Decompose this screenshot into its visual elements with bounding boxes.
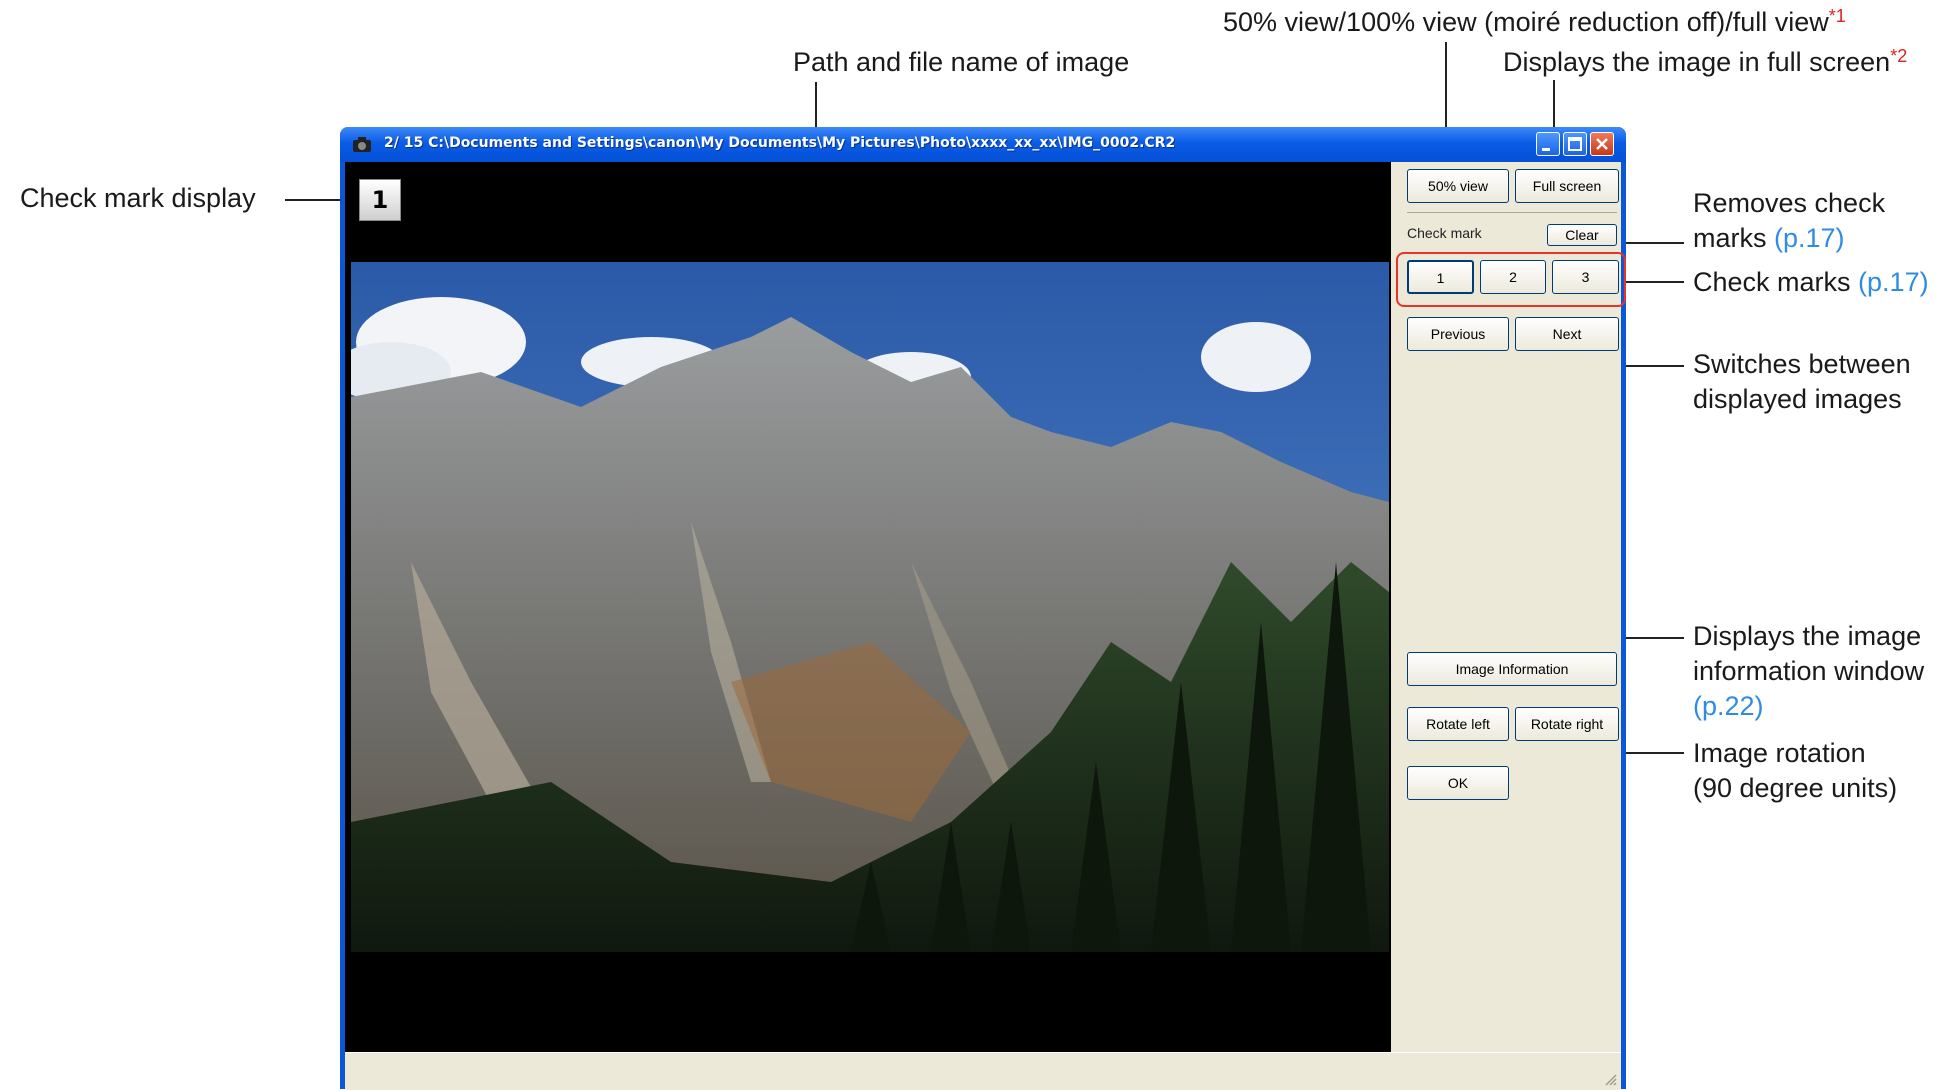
callout-switch: Switches between displayed images bbox=[1693, 347, 1911, 417]
viewer-window: 2/ 15 C:\Documents and Settings\canon\My… bbox=[340, 127, 1626, 1090]
check-mark-badge: 1 bbox=[359, 179, 401, 221]
callout-view-modes: 50% view/100% view (moiré reduction off)… bbox=[1223, 5, 1846, 40]
callout-rotate: Image rotation (90 degree units) bbox=[1693, 736, 1897, 806]
leader-path bbox=[815, 82, 817, 127]
image-viewer[interactable]: 1 bbox=[345, 162, 1391, 1052]
callout-path: Path and file name of image bbox=[793, 47, 1130, 77]
check-mark-3-button[interactable]: 3 bbox=[1552, 260, 1619, 294]
minimize-button[interactable] bbox=[1536, 132, 1560, 156]
callout-check-marks: Check marks (p.17) bbox=[1693, 265, 1929, 300]
note-1: *1 bbox=[1828, 6, 1846, 26]
page-ref-info[interactable]: (p.22) bbox=[1693, 689, 1924, 724]
note-2: *2 bbox=[1890, 46, 1908, 66]
page-ref-check-marks[interactable]: (p.17) bbox=[1858, 267, 1929, 297]
callout-removes-line1: Removes check bbox=[1693, 188, 1886, 218]
callout-check-marks-text: Check marks bbox=[1693, 267, 1859, 297]
panel-divider-top bbox=[1407, 212, 1617, 213]
maximize-button[interactable] bbox=[1563, 132, 1587, 156]
callout-switch-line1: Switches between bbox=[1693, 349, 1911, 379]
close-button[interactable] bbox=[1590, 132, 1614, 156]
next-button[interactable]: Next bbox=[1515, 317, 1619, 351]
callout-rotate-line2: (90 degree units) bbox=[1693, 773, 1898, 803]
previous-button[interactable]: Previous bbox=[1407, 317, 1509, 351]
rotate-left-button[interactable]: Rotate left bbox=[1407, 707, 1509, 741]
callout-removes-text: marks bbox=[1693, 223, 1774, 253]
page-ref-removes[interactable]: (p.17) bbox=[1774, 223, 1845, 253]
view-50-button[interactable]: 50% view bbox=[1407, 169, 1509, 203]
check-mark-2-button[interactable]: 2 bbox=[1480, 260, 1546, 294]
resize-grip-icon[interactable] bbox=[1603, 1072, 1617, 1086]
rotate-right-button[interactable]: Rotate right bbox=[1515, 707, 1619, 741]
mountain-photo[interactable] bbox=[351, 262, 1389, 952]
check-mark-1-button[interactable]: 1 bbox=[1407, 260, 1474, 294]
close-icon bbox=[1596, 138, 1608, 150]
callout-rotate-line1: Image rotation bbox=[1693, 738, 1866, 768]
callout-switch-line2: displayed images bbox=[1693, 384, 1902, 414]
minimize-icon bbox=[1542, 148, 1550, 151]
callout-info-line1: Displays the image bbox=[1693, 621, 1922, 651]
check-mark-label: Check mark bbox=[1407, 225, 1482, 241]
callout-check-display: Check mark display bbox=[20, 183, 256, 213]
callout-view-modes-text: 50% view/100% view (moiré reduction off)… bbox=[1223, 7, 1829, 37]
callout-removes-line2: marks (p.17) bbox=[1693, 221, 1885, 256]
window-client: 1 50% view Full screen Check mark Clear … bbox=[345, 162, 1626, 1090]
status-bar bbox=[345, 1052, 1621, 1090]
window-title: 2/ 15 C:\Documents and Settings\canon\My… bbox=[384, 135, 1176, 151]
maximize-icon bbox=[1568, 137, 1582, 151]
ok-button[interactable]: OK bbox=[1407, 766, 1509, 800]
title-bar[interactable]: 2/ 15 C:\Documents and Settings\canon\My… bbox=[340, 127, 1626, 162]
full-screen-button[interactable]: Full screen bbox=[1515, 169, 1619, 203]
callout-full-screen-text: Displays the image in full screen bbox=[1503, 47, 1891, 77]
callout-info: Displays the image information window (p… bbox=[1693, 619, 1924, 724]
clear-check-button[interactable]: Clear bbox=[1547, 224, 1617, 246]
image-information-button[interactable]: Image Information bbox=[1407, 652, 1617, 686]
callout-full-screen: Displays the image in full screen*2 bbox=[1503, 45, 1907, 80]
callout-info-line2: information window bbox=[1693, 656, 1925, 686]
callout-removes: Removes check marks (p.17) bbox=[1693, 186, 1885, 256]
camera-icon bbox=[353, 137, 371, 152]
